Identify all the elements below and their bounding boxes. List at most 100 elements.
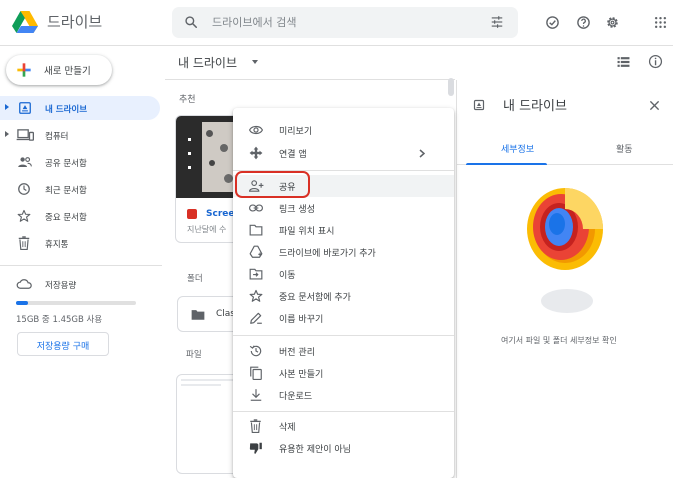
details-title: 내 드라이브	[503, 99, 567, 114]
details-panel: 내 드라이브 세부정보 활동 여기서 파일 및 폴더 세부정보 확인	[456, 80, 673, 478]
menu-item-download[interactable]: 다운로드	[233, 384, 454, 406]
search-options-icon[interactable]	[490, 15, 504, 29]
menu-item-label: 유용한 제안이 아님	[279, 445, 351, 455]
cloud-icon	[16, 279, 32, 289]
menu-item-delete[interactable]: 삭제	[233, 415, 454, 437]
menu-item-preview[interactable]: 미리보기	[233, 119, 454, 141]
copy-icon	[250, 366, 262, 380]
menu-item-label: 이름 바꾸기	[279, 315, 324, 325]
scrollbar-thumb[interactable]	[448, 78, 454, 96]
list-view-icon[interactable]	[617, 56, 630, 68]
sidebar-item-label: 저장용량	[45, 281, 77, 291]
move-icon	[249, 268, 263, 280]
menu-item-open-with[interactable]: 연결 앱	[233, 142, 454, 164]
menu-item-label: 버전 관리	[279, 348, 315, 358]
people-icon	[18, 157, 32, 167]
menu-divider	[233, 411, 454, 412]
help-icon[interactable]	[576, 15, 591, 30]
menu-item-manage-versions[interactable]: 버전 관리	[233, 340, 454, 362]
thumb-down-icon	[249, 442, 262, 454]
shortcut-icon	[249, 245, 263, 258]
menu-item-add-shortcut[interactable]: 드라이브에 바로가기 추가	[233, 241, 454, 263]
sidebar-item-label: 휴지통	[45, 240, 69, 250]
page-title[interactable]: 내 드라이브	[178, 54, 237, 71]
trash-icon	[250, 419, 261, 433]
folders-heading: 폴더	[187, 274, 203, 284]
sidebar-item-my-drive[interactable]: 내 드라이브	[0, 96, 160, 120]
menu-item-label: 파일 위치 표시	[279, 227, 335, 237]
chevron-right-icon	[419, 149, 425, 158]
tab-active-indicator	[466, 163, 547, 165]
menu-item-move[interactable]: 이동	[233, 263, 454, 285]
storage-progress-bar	[16, 301, 136, 305]
menu-item-get-link[interactable]: 링크 생성	[233, 197, 454, 219]
sidebar-item-computers[interactable]: 컴퓨터	[0, 123, 160, 147]
apps-icon	[249, 146, 263, 160]
my-drive-icon	[473, 99, 485, 111]
tab-activity[interactable]: 활동	[616, 142, 633, 155]
menu-item-label: 미리보기	[279, 127, 313, 137]
expand-caret-icon[interactable]	[5, 104, 9, 110]
menu-item-make-copy[interactable]: 사본 만들기	[233, 362, 454, 384]
details-hint: 여기서 파일 및 폴더 세부정보 확인	[501, 336, 617, 345]
star-icon	[249, 289, 263, 302]
menu-item-label: 링크 생성	[279, 205, 315, 215]
app-title[interactable]: 드라이브	[47, 11, 102, 32]
menu-item-label: 사본 만들기	[279, 370, 324, 380]
folder-icon	[249, 224, 263, 236]
menu-item-label: 중요 문서함에 추가	[279, 293, 351, 303]
eye-icon	[249, 125, 263, 135]
history-icon	[249, 345, 262, 357]
sidebar-item-label: 컴퓨터	[45, 132, 69, 142]
sidebar-item-label: 최근 문서함	[45, 186, 87, 196]
new-button[interactable]: 새로 만들기	[6, 55, 112, 85]
image-file-icon	[187, 209, 197, 219]
recommended-heading: 추천	[179, 95, 196, 105]
search-bar[interactable]: 드라이브에서 검색	[172, 7, 518, 38]
info-icon[interactable]	[648, 54, 663, 69]
buy-storage-label: 저장용량 구매	[36, 342, 90, 352]
settings-gear-icon[interactable]	[605, 15, 620, 30]
computer-icon	[16, 129, 34, 141]
menu-divider	[233, 335, 454, 336]
sidebar-item-storage[interactable]: 저장용량	[0, 272, 160, 296]
main-header-divider	[165, 79, 455, 80]
folder-icon	[191, 310, 205, 320]
menu-item-show-location[interactable]: 파일 위치 표시	[233, 219, 454, 241]
menu-item-label: 이동	[279, 271, 296, 281]
menu-item-label: 다운로드	[279, 392, 313, 402]
expand-caret-icon[interactable]	[5, 131, 9, 137]
search-input[interactable]: 드라이브에서 검색	[212, 14, 296, 30]
buy-storage-button[interactable]: 저장용량 구매	[17, 332, 109, 356]
menu-item-add-starred[interactable]: 중요 문서함에 추가	[233, 285, 454, 307]
files-heading: 파일	[186, 350, 202, 360]
file-subtitle: 지난달에 수	[187, 225, 227, 234]
menu-item-rename[interactable]: 이름 바꾸기	[233, 307, 454, 329]
share-highlight-box	[235, 171, 310, 198]
download-icon	[250, 389, 262, 401]
tab-details[interactable]: 세부정보	[501, 142, 534, 155]
pencil-icon	[250, 312, 262, 324]
sidebar-item-recent[interactable]: 최근 문서함	[0, 177, 160, 201]
menu-item-not-helpful[interactable]: 유용한 제안이 아님	[233, 437, 454, 459]
trash-icon	[18, 236, 30, 250]
drive-logo-icon[interactable]	[12, 11, 38, 33]
sidebar-item-label: 공유 문서함	[45, 159, 87, 169]
star-icon	[17, 209, 31, 222]
clock-icon	[18, 183, 30, 195]
search-icon[interactable]	[184, 15, 198, 29]
context-menu: 미리보기 연결 앱 공유 링크 생성 파일 위치 표시 드라이브에 바로가기 추…	[233, 108, 454, 478]
sidebar-divider	[0, 265, 162, 266]
close-icon[interactable]	[649, 100, 660, 111]
storage-usage-text: 15GB 중 1.45GB 사용	[16, 315, 103, 325]
main-header: 내 드라이브	[165, 46, 673, 80]
sidebar-item-trash[interactable]: 휴지통	[0, 231, 160, 255]
title-dropdown-icon[interactable]	[252, 60, 258, 64]
sidebar-item-label: 중요 문서함	[45, 213, 87, 223]
offline-status-icon[interactable]	[545, 15, 560, 30]
sidebar-item-label: 내 드라이브	[45, 105, 88, 115]
apps-grid-icon[interactable]	[654, 16, 667, 29]
sidebar-item-starred[interactable]: 중요 문서함	[0, 204, 160, 228]
sidebar-item-shared[interactable]: 공유 문서함	[0, 150, 160, 174]
storage-progress-fill	[16, 301, 28, 305]
